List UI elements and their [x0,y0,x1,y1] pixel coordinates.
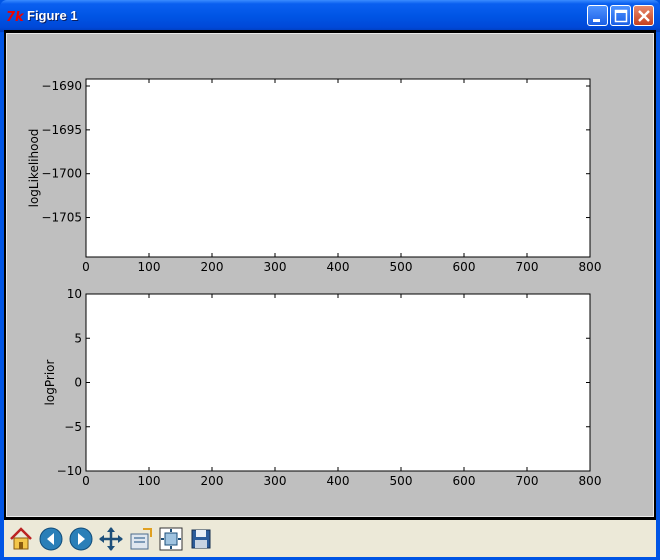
save-floppy-icon [191,529,211,549]
pan-move-icon [99,527,123,551]
minimize-icon [593,19,600,22]
pan-button[interactable] [97,523,125,553]
save-button[interactable] [187,523,215,553]
home-button[interactable] [7,523,35,553]
home-icon [10,527,32,550]
maximize-button[interactable] [610,5,631,26]
zoom-button[interactable] [127,523,155,553]
zoom-rectangle-icon [130,528,152,550]
subplots-button[interactable] [157,523,185,553]
configure-subplots-icon [159,527,183,551]
title-bar[interactable]: 7k Figure 1 [0,0,660,32]
close-button[interactable] [633,5,654,26]
close-icon [638,10,650,22]
svg-text:7k: 7k [6,10,24,24]
forward-arrow-icon [69,527,93,551]
back-button[interactable] [37,523,65,553]
back-arrow-icon [39,527,63,551]
window-title: Figure 1 [27,8,78,23]
minimize-button[interactable] [587,5,608,26]
forward-button[interactable] [67,523,95,553]
figure-canvas[interactable] [6,33,654,517]
application-window: 7k Figure 1 0 100 200 300 400 500 600 700 800 −16… [0,0,660,560]
maximize-icon [614,9,628,23]
navigation-toolbar [4,520,656,557]
tk-feather-icon: 7k [6,10,24,24]
